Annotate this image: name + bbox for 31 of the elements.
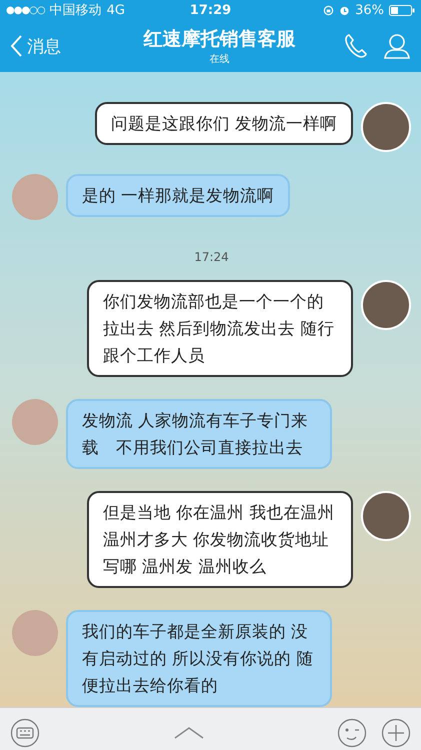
avatar-placeholder — [361, 280, 411, 330]
received-message-bubble: 发物流 人家物流有车子专门来载 不用我们公司直接拉出去 — [66, 399, 332, 469]
signal-dots: ●●●○○ — [6, 4, 45, 16]
emoji-icon[interactable] — [337, 718, 367, 748]
carrier-name: 中国移动 — [50, 2, 102, 19]
alarm-clock-icon — [339, 4, 350, 16]
sent-message-bubble: 问题是这跟你们 发物流一样啊 — [94, 102, 353, 145]
sent-message-bubble: 但是当地 你在温州 我也在温州温州才多大 你发物流收货地址写哪 温州发 温州收么 — [87, 491, 353, 588]
keyboard-icon[interactable] — [10, 718, 40, 748]
avatar-placeholder — [361, 491, 411, 541]
status-time: 17:29 — [190, 2, 232, 18]
avatar-placeholder — [361, 102, 411, 152]
avatar-placeholder — [12, 610, 58, 656]
phone-icon[interactable] — [343, 33, 369, 59]
back-chevron-icon — [10, 35, 23, 57]
battery-icon — [388, 4, 415, 16]
message-timestamp: 17:24 — [194, 250, 229, 264]
received-message-bubble: 是的 一样那就是发物流啊 — [66, 174, 290, 217]
battery-percent: 36% — [355, 2, 384, 18]
online-status: 在线 — [210, 52, 230, 66]
chat-title: 红速摩托销售客服 — [144, 27, 296, 52]
back-button[interactable]: 消息 — [10, 34, 96, 58]
sent-message-bubble: 你们发物流部也是一个一个的拉出去 然后到物流发出去 随行跟个工作人员 — [87, 280, 353, 377]
received-message-bubble: 我们的车子都是全新原装的 没有启动过的 所以没有你说的 随便拉出去给你看的 — [66, 610, 332, 707]
expand-up-icon[interactable] — [172, 726, 204, 740]
avatar-placeholder — [12, 399, 58, 445]
rotation-lock-icon — [323, 4, 334, 16]
avatar-placeholder — [12, 174, 58, 220]
profile-icon[interactable] — [383, 33, 411, 59]
add-icon[interactable] — [381, 718, 411, 748]
network-type: 4G — [106, 2, 125, 18]
